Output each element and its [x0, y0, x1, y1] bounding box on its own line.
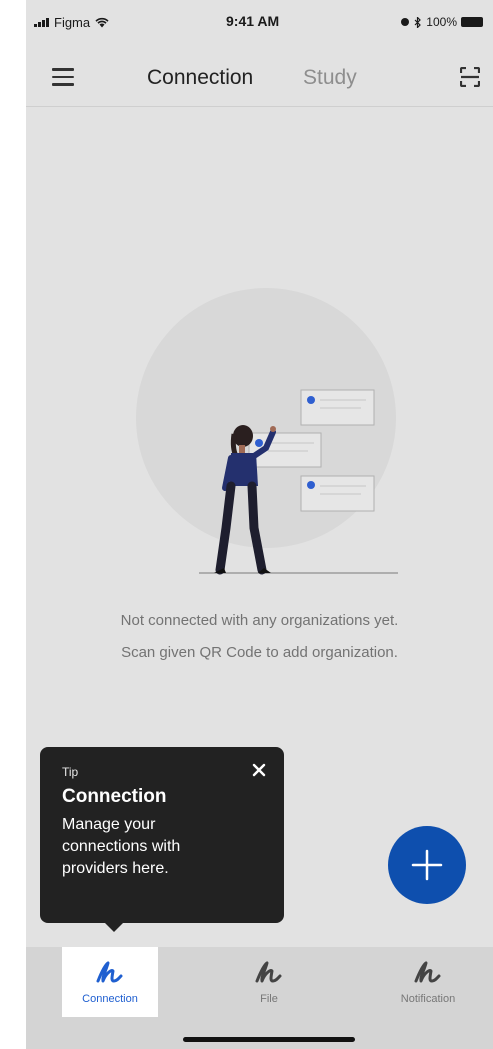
bottom-tab-label: File — [260, 993, 278, 1005]
qr-scan-icon[interactable] — [460, 67, 480, 87]
empty-state-message: Not connected with any organizations yet… — [120, 612, 399, 629]
bottom-tab-file[interactable]: File — [221, 947, 317, 1017]
tip-tooltip: Tip Connection Manage your connections w… — [40, 747, 284, 932]
battery-percent: 100% — [426, 15, 457, 29]
bottom-tab-notification[interactable]: Notification — [380, 947, 476, 1017]
tooltip-arrow — [104, 922, 124, 932]
phone-screen: Figma 9:41 AM 100% Connection Study Not … — [26, 0, 493, 1049]
carrier-name: Figma — [54, 14, 91, 30]
hamburger-menu-icon[interactable] — [52, 68, 74, 86]
notification-scribble-icon — [414, 961, 441, 983]
signal-icon — [34, 17, 49, 27]
tab-connection[interactable]: Connection — [147, 66, 253, 90]
add-organization-button[interactable] — [388, 826, 466, 904]
tab-study[interactable]: Study — [303, 66, 357, 90]
plus-icon — [411, 849, 443, 881]
alarm-icon — [401, 18, 410, 26]
top-navigation: Connection Study — [26, 50, 493, 106]
bluetooth-icon — [414, 16, 422, 28]
tip-body: Manage your connections with providers h… — [62, 816, 181, 877]
wifi-icon — [95, 17, 109, 27]
nav-divider — [26, 106, 493, 107]
connection-scribble-icon — [96, 961, 123, 983]
file-scribble-icon — [255, 961, 282, 983]
empty-state-illustration — [136, 288, 398, 575]
status-time: 9:41 AM — [226, 13, 280, 29]
status-right: 100% — [400, 15, 483, 29]
bottom-tab-label: Notification — [400, 993, 456, 1005]
bottom-navigation: Connection File Notification — [26, 947, 493, 1049]
status-bar: Figma 9:41 AM 100% — [26, 0, 493, 44]
empty-state-hint: Scan given QR Code to add organization. — [121, 644, 398, 661]
tip-label: Tip — [62, 765, 79, 779]
battery-icon — [461, 17, 483, 27]
home-indicator — [183, 1037, 355, 1042]
close-icon[interactable] — [250, 761, 268, 779]
bottom-tab-label: Connection — [82, 993, 138, 1005]
status-left: Figma — [34, 15, 109, 30]
tip-title: Connection — [62, 786, 167, 807]
bottom-tab-connection[interactable]: Connection — [62, 947, 158, 1017]
